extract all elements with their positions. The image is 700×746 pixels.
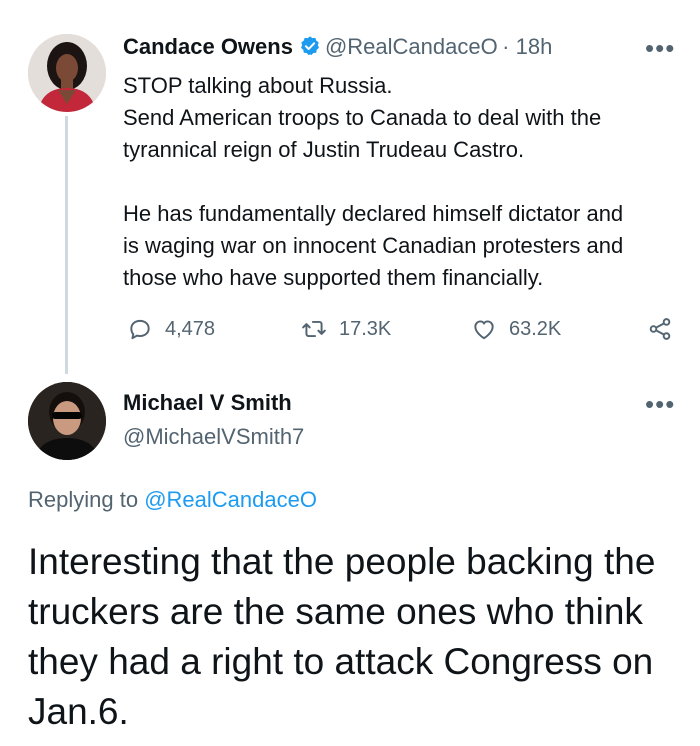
retweet-icon bbox=[302, 320, 326, 338]
reply-icon bbox=[130, 319, 150, 340]
reply-text-line: truckers are the same ones who think bbox=[28, 591, 643, 632]
reply-author-name[interactable]: Michael V Smith bbox=[123, 390, 292, 416]
tweet-header: Candace Owens @RealCandaceO · 18h bbox=[123, 34, 552, 60]
verified-badge-icon bbox=[300, 36, 319, 56]
tweet-text-line: those who have supported them financiall… bbox=[123, 265, 544, 290]
tweet-time[interactable]: · 18h bbox=[502, 34, 552, 59]
author-handle[interactable]: @RealCandaceO bbox=[325, 34, 498, 59]
reply-text-line: Interesting that the people backing the bbox=[28, 541, 656, 582]
share-icon bbox=[649, 318, 671, 340]
replying-to: Replying to @RealCandaceO bbox=[28, 487, 317, 513]
reply-text-line: Jan.6. bbox=[28, 691, 129, 732]
reply-author-handle[interactable]: @MichaelVSmith7 bbox=[123, 424, 304, 450]
michael-v-smith-avatar[interactable] bbox=[28, 382, 106, 460]
tweet-text-line: Send American troops to Canada to deal w… bbox=[123, 105, 602, 130]
reply-button[interactable]: 4,478 bbox=[127, 316, 215, 342]
reply-text: Interesting that the people backing the … bbox=[28, 537, 688, 737]
tweet-text: STOP talking about Russia. Send American… bbox=[123, 70, 683, 294]
avatar-portrait bbox=[28, 34, 106, 112]
reply-more-icon[interactable]: ••• bbox=[645, 391, 675, 417]
like-button[interactable]: 63.2K bbox=[471, 316, 561, 342]
tweet-text-line: STOP talking about Russia. bbox=[123, 73, 393, 98]
replying-to-handle-link[interactable]: @RealCandaceO bbox=[144, 487, 317, 512]
tweet-actions: 4,478 17.3K 63.2K bbox=[123, 314, 683, 348]
retweet-count: 17.3K bbox=[339, 317, 392, 340]
tweet-text-line: tyrannical reign of Justin Trudeau Castr… bbox=[123, 137, 525, 162]
tweet-text-line: He has fundamentally declared himself di… bbox=[123, 201, 624, 226]
like-count: 63.2K bbox=[509, 317, 562, 340]
author-name[interactable]: Candace Owens bbox=[123, 34, 293, 59]
replying-to-label: Replying to bbox=[28, 487, 139, 512]
tweet-text-line: is waging war on innocent Canadian prote… bbox=[123, 233, 624, 258]
avatar-portrait bbox=[28, 382, 106, 460]
reply-count: 4,478 bbox=[165, 317, 216, 340]
thread-line bbox=[65, 116, 68, 374]
retweet-button[interactable]: 17.3K bbox=[301, 316, 391, 342]
more-icon[interactable]: ••• bbox=[645, 35, 675, 61]
share-button[interactable] bbox=[647, 316, 685, 342]
reply-author-name-text: Michael V Smith bbox=[123, 390, 292, 415]
like-icon bbox=[474, 320, 494, 340]
reply-text-line: they had a right to attack Congress on bbox=[28, 641, 654, 682]
candace-owens-avatar[interactable] bbox=[28, 34, 106, 112]
